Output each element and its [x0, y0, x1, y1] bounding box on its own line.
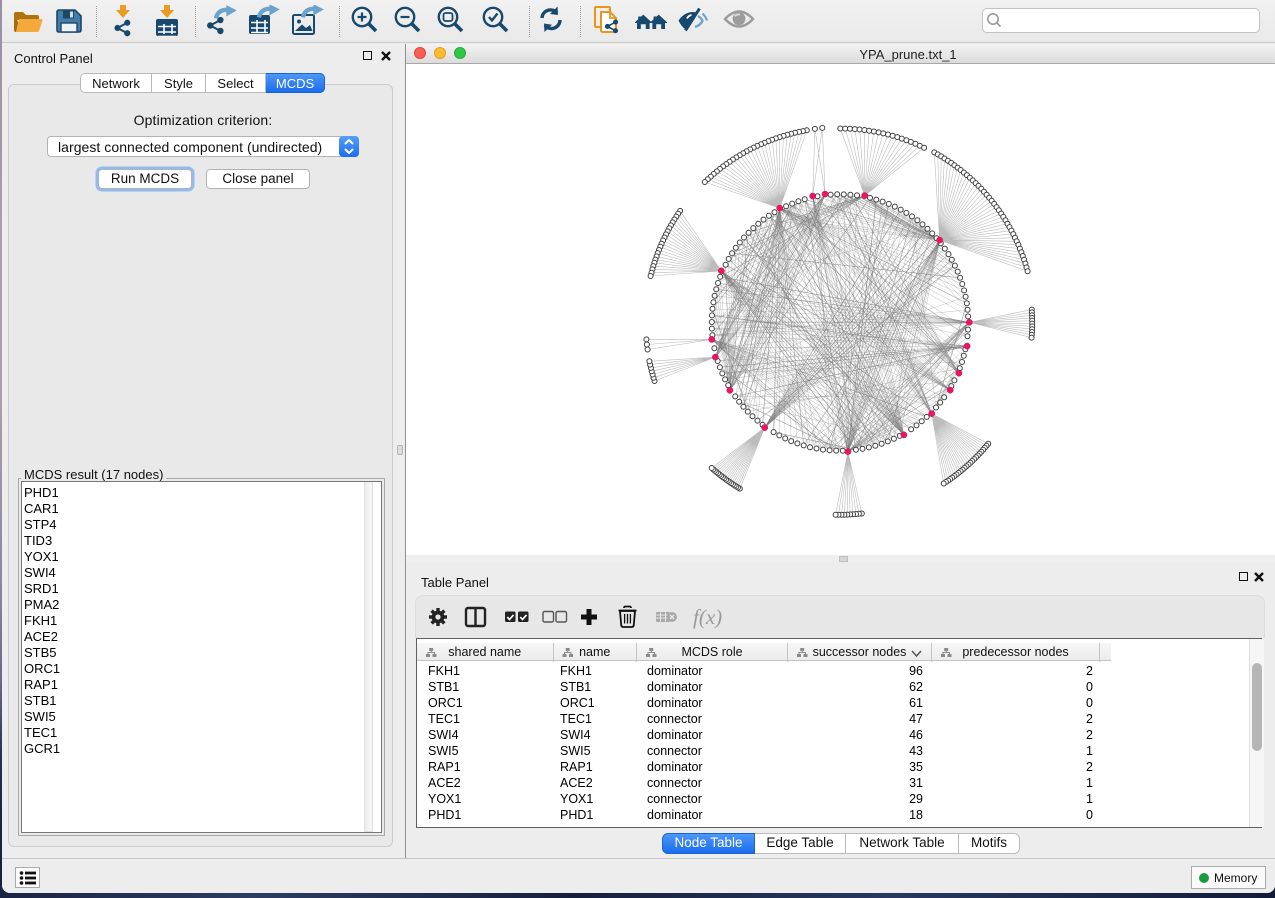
svg-text:f(x): f(x)	[693, 605, 722, 629]
